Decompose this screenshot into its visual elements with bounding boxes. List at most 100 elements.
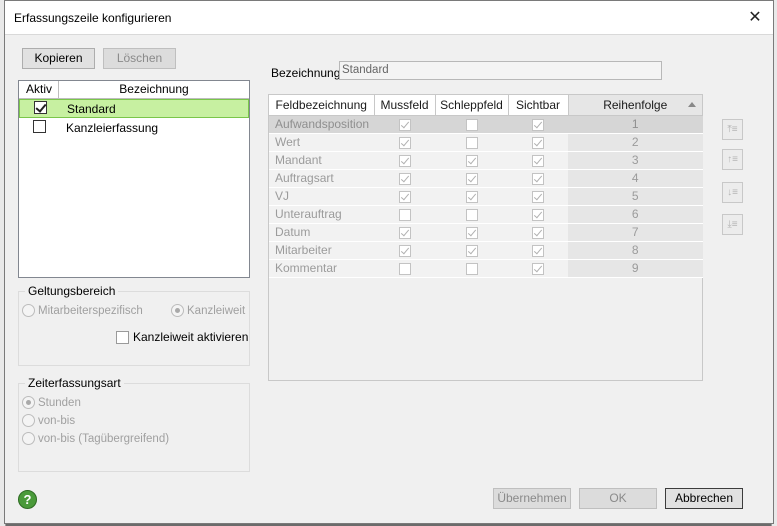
- visible-cell: [508, 241, 568, 260]
- carry-checkbox[interactable]: [465, 208, 478, 221]
- column-header-active[interactable]: Aktiv: [19, 81, 59, 98]
- carry-checkbox[interactable]: [465, 154, 478, 167]
- order-cell: 9: [568, 259, 703, 278]
- cancel-button[interactable]: Abbrechen: [665, 488, 743, 509]
- active-checkbox[interactable]: [33, 119, 46, 133]
- active-checkbox[interactable]: [34, 100, 47, 114]
- radio-from-to-overnight[interactable]: von-bis (Tagübergreifend): [22, 432, 169, 445]
- visible-cell: [508, 223, 568, 242]
- table-row[interactable]: VJ 5: [269, 187, 703, 206]
- column-header-carry[interactable]: Schleppfeld: [435, 95, 509, 116]
- table-row[interactable]: Auftragsart 4: [269, 169, 703, 188]
- carry-cell: [435, 259, 508, 278]
- visible-checkbox[interactable]: [532, 262, 544, 275]
- table-row[interactable]: Mandant 3: [269, 151, 703, 170]
- required-cell: [374, 223, 435, 242]
- radio-hours[interactable]: Stunden: [22, 396, 81, 409]
- table-row[interactable]: Wert 2: [269, 133, 703, 152]
- required-checkbox[interactable]: [398, 154, 411, 167]
- title-bar: Erfassungszeile konfigurieren ✕: [5, 1, 773, 35]
- required-checkbox[interactable]: [398, 262, 411, 275]
- list-item-label: Kanzleierfassung: [66, 120, 159, 135]
- radio-user-specific[interactable]: Mitarbeiterspezifisch: [22, 304, 143, 317]
- visible-checkbox[interactable]: [532, 244, 544, 257]
- radio-firm-wide[interactable]: Kanzleiweit: [171, 304, 245, 317]
- list-item[interactable]: Kanzleierfassung: [19, 118, 249, 137]
- move-up-button[interactable]: ↑≡: [722, 149, 743, 170]
- configuration-list: Aktiv Bezeichnung Standard Kanzleierfassu…: [18, 80, 250, 278]
- list-item[interactable]: Standard: [19, 99, 249, 118]
- activate-firm-wide-checkbox[interactable]: Kanzleiweit aktivieren: [116, 330, 248, 344]
- field-name-cell: Mitarbeiter: [269, 241, 374, 260]
- required-checkbox[interactable]: [398, 190, 411, 203]
- move-top-button[interactable]: ⤒≡: [722, 119, 743, 140]
- visible-checkbox[interactable]: [532, 172, 544, 185]
- table-row[interactable]: Aufwandsposition 1: [269, 115, 703, 134]
- column-header-order-label: Reihenfolge: [603, 97, 668, 112]
- radio-label: Kanzleiweit: [187, 304, 246, 317]
- radio-from-to[interactable]: von-bis: [22, 414, 75, 427]
- help-icon[interactable]: ?: [18, 490, 37, 509]
- carry-checkbox[interactable]: [465, 136, 478, 149]
- carry-cell: [435, 241, 508, 260]
- move-top-icon: ⤒≡: [727, 124, 738, 135]
- visible-cell: [508, 187, 568, 206]
- column-header-order[interactable]: Reihenfolge: [568, 95, 703, 116]
- field-name-cell: Auftragsart: [269, 169, 374, 188]
- carry-cell: [435, 187, 508, 206]
- column-header-required[interactable]: Mussfeld: [374, 95, 436, 116]
- close-icon[interactable]: ✕: [745, 8, 765, 28]
- column-header-name[interactable]: Bezeichnung: [59, 81, 249, 98]
- time-type-group: Zeiterfassungsart Stunden von-bis von-bi…: [18, 376, 250, 472]
- field-name-cell: Datum: [269, 223, 374, 242]
- visible-checkbox[interactable]: [532, 136, 544, 149]
- name-field-input[interactable]: Standard: [339, 61, 662, 80]
- radio-selected-icon: [22, 396, 35, 409]
- move-down-button[interactable]: ↓≡: [722, 182, 743, 203]
- visible-cell: [508, 169, 568, 188]
- visible-checkbox[interactable]: [532, 118, 544, 131]
- column-header-field[interactable]: Feldbezeichnung: [269, 95, 375, 116]
- carry-checkbox[interactable]: [465, 244, 478, 257]
- required-checkbox[interactable]: [398, 226, 411, 239]
- move-bottom-button[interactable]: ⤓≡: [722, 214, 743, 235]
- dialog-window: Erfassungszeile konfigurieren ✕ Kopieren…: [4, 0, 774, 524]
- scope-group: Geltungsbereich Mitarbeiterspezifisch Ka…: [18, 284, 250, 366]
- table-row[interactable]: Mitarbeiter 8: [269, 241, 703, 260]
- visible-checkbox[interactable]: [532, 154, 544, 167]
- table-row[interactable]: Datum 7: [269, 223, 703, 242]
- carry-checkbox[interactable]: [465, 226, 478, 239]
- carry-checkbox[interactable]: [465, 262, 478, 275]
- checkbox-label: Kanzleiweit aktivieren: [133, 330, 249, 344]
- carry-checkbox[interactable]: [465, 190, 478, 203]
- required-cell: [374, 115, 435, 134]
- copy-button[interactable]: Kopieren: [22, 48, 95, 69]
- radio-label: Stunden: [38, 396, 81, 409]
- visible-checkbox[interactable]: [532, 226, 544, 239]
- table-row[interactable]: Unterauftrag 6: [269, 205, 703, 224]
- radio-icon: [22, 414, 35, 427]
- radio-label: von-bis: [38, 414, 76, 427]
- table-row[interactable]: Kommentar 9: [269, 259, 703, 278]
- visible-checkbox[interactable]: [532, 190, 544, 203]
- required-checkbox[interactable]: [398, 136, 411, 149]
- required-checkbox[interactable]: [398, 118, 411, 131]
- order-cell: 1: [568, 115, 703, 134]
- apply-button[interactable]: Übernehmen: [493, 488, 571, 509]
- column-header-visible[interactable]: Sichtbar: [508, 95, 569, 116]
- delete-button[interactable]: Löschen: [103, 48, 176, 69]
- required-checkbox[interactable]: [398, 208, 411, 221]
- required-checkbox[interactable]: [398, 172, 411, 185]
- carry-checkbox[interactable]: [465, 172, 478, 185]
- order-cell: 3: [568, 151, 703, 170]
- visible-checkbox[interactable]: [532, 208, 544, 221]
- carry-cell: [435, 169, 508, 188]
- fields-grid: Feldbezeichnung Mussfeld Schleppfeld Sic…: [268, 94, 703, 381]
- required-checkbox[interactable]: [398, 244, 411, 257]
- ok-button[interactable]: OK: [579, 488, 657, 509]
- carry-checkbox[interactable]: [465, 118, 478, 131]
- required-cell: [374, 151, 435, 170]
- window-title: Erfassungszeile konfigurieren: [14, 11, 172, 25]
- required-cell: [374, 169, 435, 188]
- move-up-icon: ↑≡: [727, 154, 738, 165]
